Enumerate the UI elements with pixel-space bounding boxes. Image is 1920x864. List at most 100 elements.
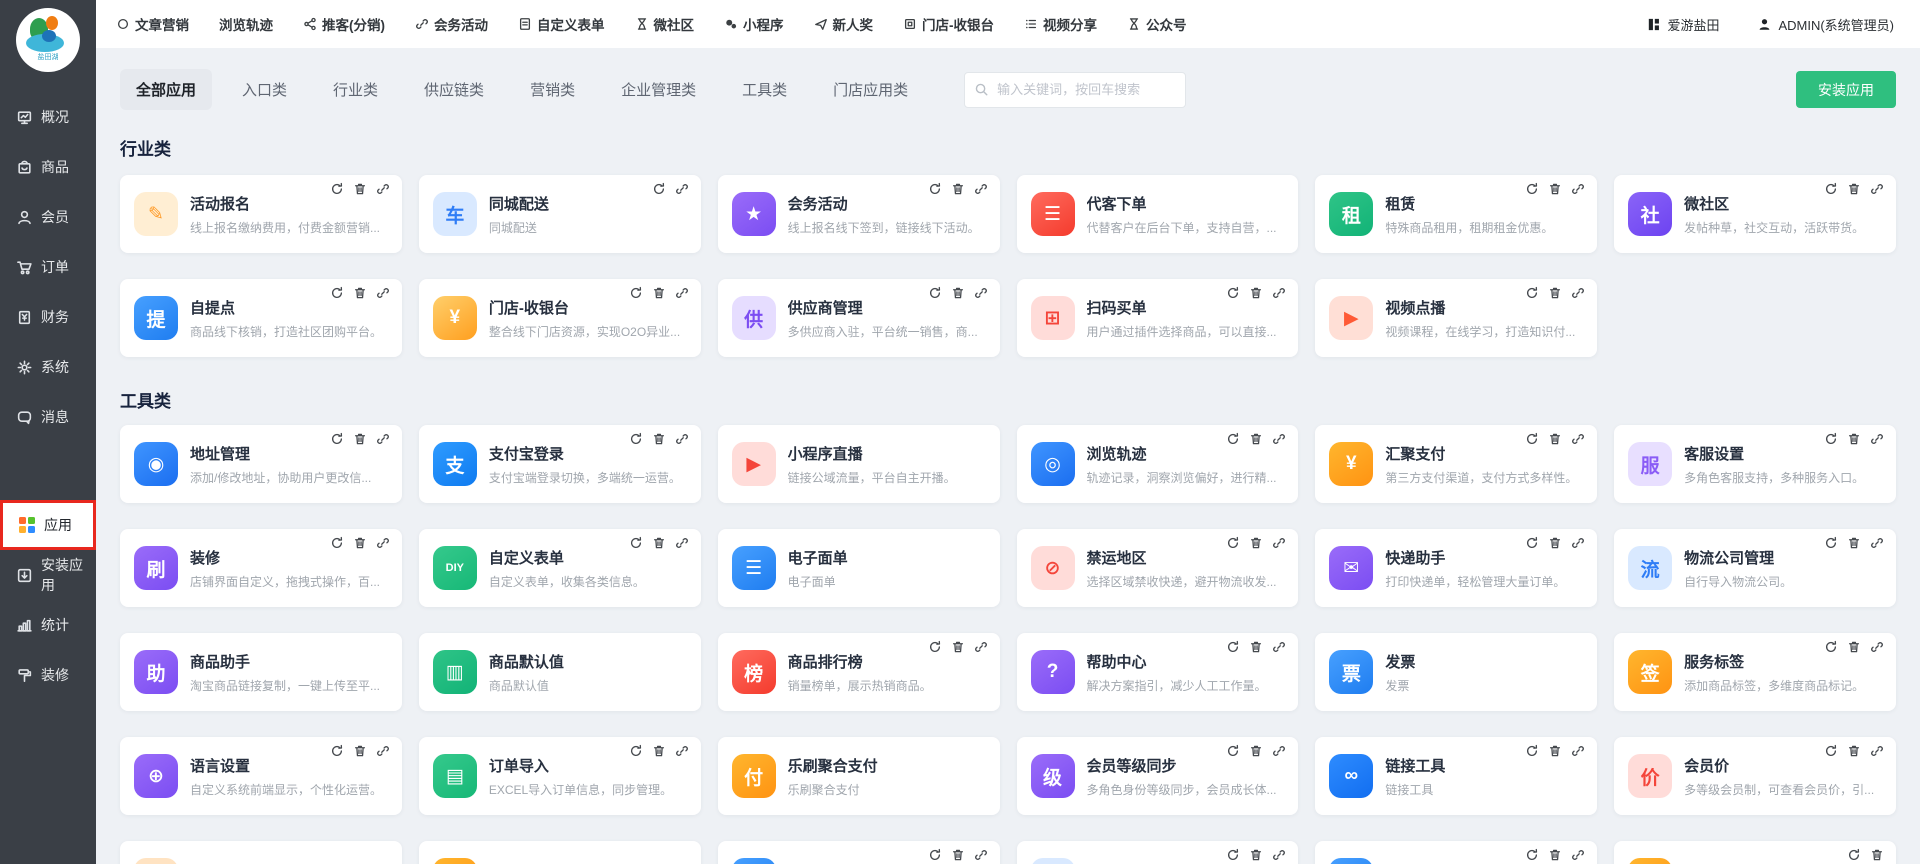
link-icon[interactable] (974, 640, 988, 654)
sidebar-item-message[interactable]: 消息 (0, 392, 96, 442)
uninstall-icon[interactable] (1249, 286, 1263, 300)
uninstall-icon[interactable] (353, 744, 367, 758)
app-card-goods-default[interactable]: ▥商品默认值商品默认值 (419, 633, 701, 711)
sidebar-item-finance[interactable]: 财务 (0, 292, 96, 342)
topnav-item-mini-program[interactable]: 小程序 (724, 14, 784, 34)
refresh-icon[interactable] (629, 744, 643, 758)
app-card-supplier-mgmt[interactable]: 供供应商管理多供应商入驻，平台统一销售，商... (718, 279, 1000, 357)
link-icon[interactable] (1571, 286, 1585, 300)
link-icon[interactable] (1870, 744, 1884, 758)
link-icon[interactable] (1272, 286, 1286, 300)
app-card-express-helper[interactable]: ✉快递助手打印快递单，轻松管理大量订单。 (1315, 529, 1597, 607)
app-card-help-center[interactable]: ?帮助中心解决方案指引，减少人工工作量。 (1017, 633, 1299, 711)
app-card-custom-form[interactable]: DIY自定义表单自定义表单，收集各类信息。 (419, 529, 701, 607)
link-icon[interactable] (376, 744, 390, 758)
app-card-pay-mgmt[interactable]: ¥支付管理 (419, 841, 701, 864)
link-icon[interactable] (1272, 432, 1286, 446)
topbar-admin-user[interactable]: ADMIN(系统管理员) (1757, 15, 1894, 34)
refresh-icon[interactable] (928, 182, 942, 196)
link-icon[interactable] (376, 286, 390, 300)
link-icon[interactable] (974, 286, 988, 300)
refresh-icon[interactable] (1525, 744, 1539, 758)
refresh-icon[interactable] (1824, 182, 1838, 196)
uninstall-icon[interactable] (1548, 536, 1562, 550)
app-card-multi-printer[interactable]: 打多打印机 (120, 841, 402, 864)
app-card-goods-helper[interactable]: 助商品助手淘宝商品链接复制，一键上传至平... (120, 633, 402, 711)
link-icon[interactable] (1272, 536, 1286, 550)
app-card-video-vod[interactable]: ▶视频点播视频课程，在线学习，打造知识付... (1315, 279, 1597, 357)
sidebar-item-install-app[interactable]: 安装应用 (0, 550, 96, 600)
uninstall-icon[interactable] (652, 432, 666, 446)
uninstall-icon[interactable] (1548, 182, 1562, 196)
topbar-site-name[interactable]: 爱游盐田 (1646, 15, 1719, 34)
uninstall-icon[interactable] (1548, 848, 1562, 862)
link-icon[interactable] (974, 182, 988, 196)
uninstall-icon[interactable] (353, 432, 367, 446)
uninstall-icon[interactable] (652, 744, 666, 758)
tab-enterprise[interactable]: 企业管理类 (605, 69, 712, 110)
topnav-item-article-marketing[interactable]: 文章营销 (116, 14, 189, 34)
tab-tools[interactable]: 工具类 (726, 69, 803, 110)
refresh-icon[interactable] (330, 536, 344, 550)
topnav-item-micro-community[interactable]: 微社区 (635, 14, 695, 34)
app-card-alipay-login[interactable]: 支支付宝登录支付宝端登录切换，多端统一运营。 (419, 425, 701, 503)
app-card-logistics-company[interactable]: 流物流公司管理自行导入物流公司。 (1614, 529, 1896, 607)
refresh-icon[interactable] (629, 536, 643, 550)
refresh-icon[interactable] (1226, 432, 1240, 446)
link-icon[interactable] (1870, 182, 1884, 196)
sidebar-item-system[interactable]: 系统 (0, 342, 96, 392)
uninstall-icon[interactable] (1548, 744, 1562, 758)
app-card-statistics[interactable]: ▥统计 (1315, 841, 1597, 864)
app-card-shop-helper[interactable]: 店店铺助手 (1017, 841, 1299, 864)
refresh-icon[interactable] (652, 182, 666, 196)
app-card-browse-track[interactable]: ◎浏览轨迹轨迹记录，洞察浏览偏好，进行精... (1017, 425, 1299, 503)
refresh-icon[interactable] (1824, 432, 1838, 446)
topnav-item-newcomer-award[interactable]: 新人奖 (814, 14, 874, 34)
app-card-pickup-point[interactable]: 提自提点商品线下核销，打造社区团购平台。 (120, 279, 402, 357)
app-card-store-cashier[interactable]: ¥门店-收银台整合线下门店资源，实现O2O异业... (419, 279, 701, 357)
refresh-icon[interactable] (330, 432, 344, 446)
app-card-member-level-sync[interactable]: 级会员等级同步多角色身份等级同步，会员成长体... (1017, 737, 1299, 815)
link-icon[interactable] (675, 182, 689, 196)
app-card-city-delivery[interactable]: 车同城配送同城配送 (419, 175, 701, 253)
app-card-scan-pay[interactable]: ⊞扫码买单用户通过插件选择商品，可以直接... (1017, 279, 1299, 357)
link-icon[interactable] (376, 182, 390, 196)
link-icon[interactable] (1571, 536, 1585, 550)
app-card-address-mgmt[interactable]: ◉地址管理添加/修改地址，协助用户更改信... (120, 425, 402, 503)
refresh-icon[interactable] (1824, 744, 1838, 758)
uninstall-icon[interactable] (1249, 848, 1263, 862)
sidebar-item-member[interactable]: 会员 (0, 192, 96, 242)
uninstall-icon[interactable] (652, 286, 666, 300)
app-card-leshua-pay[interactable]: 付乐刷聚合支付乐刷聚合支付 (718, 737, 1000, 815)
install-app-button[interactable]: 安装应用 (1796, 71, 1896, 108)
link-icon[interactable] (1272, 744, 1286, 758)
link-icon[interactable] (1571, 432, 1585, 446)
app-card-rental[interactable]: 租租赁特殊商品租用，租期租金优惠。 (1315, 175, 1597, 253)
refresh-icon[interactable] (928, 848, 942, 862)
app-card-proxy-order[interactable]: ☰代客下单代替客户在后台下单，支持自营，... (1017, 175, 1299, 253)
link-icon[interactable] (1272, 848, 1286, 862)
refresh-icon[interactable] (1824, 536, 1838, 550)
refresh-icon[interactable] (629, 286, 643, 300)
link-icon[interactable] (376, 536, 390, 550)
refresh-icon[interactable] (928, 640, 942, 654)
refresh-icon[interactable] (1525, 286, 1539, 300)
refresh-icon[interactable] (928, 286, 942, 300)
link-icon[interactable] (1571, 744, 1585, 758)
refresh-icon[interactable] (1525, 848, 1539, 862)
refresh-icon[interactable] (1226, 848, 1240, 862)
app-card-micro-community[interactable]: 社微社区发帖种草，社交互动，活跃带货。 (1614, 175, 1896, 253)
refresh-icon[interactable] (1525, 536, 1539, 550)
link-icon[interactable] (376, 432, 390, 446)
topnav-item-video-share[interactable]: 视频分享 (1024, 14, 1097, 34)
app-card-service-tag[interactable]: 签服务标签添加商品标签，多维度商品标记。 (1614, 633, 1896, 711)
link-icon[interactable] (1272, 640, 1286, 654)
refresh-icon[interactable] (1525, 182, 1539, 196)
refresh-icon[interactable] (1847, 848, 1861, 862)
refresh-icon[interactable] (330, 286, 344, 300)
uninstall-icon[interactable] (1847, 536, 1861, 550)
tab-marketing[interactable]: 营销类 (514, 69, 591, 110)
app-card-activity-signup[interactable]: ✎活动报名线上报名缴纳费用，付费金额营销... (120, 175, 402, 253)
refresh-icon[interactable] (330, 182, 344, 196)
app-card-language-setting[interactable]: ⊕语言设置自定义系统前端显示，个性化运营。 (120, 737, 402, 815)
